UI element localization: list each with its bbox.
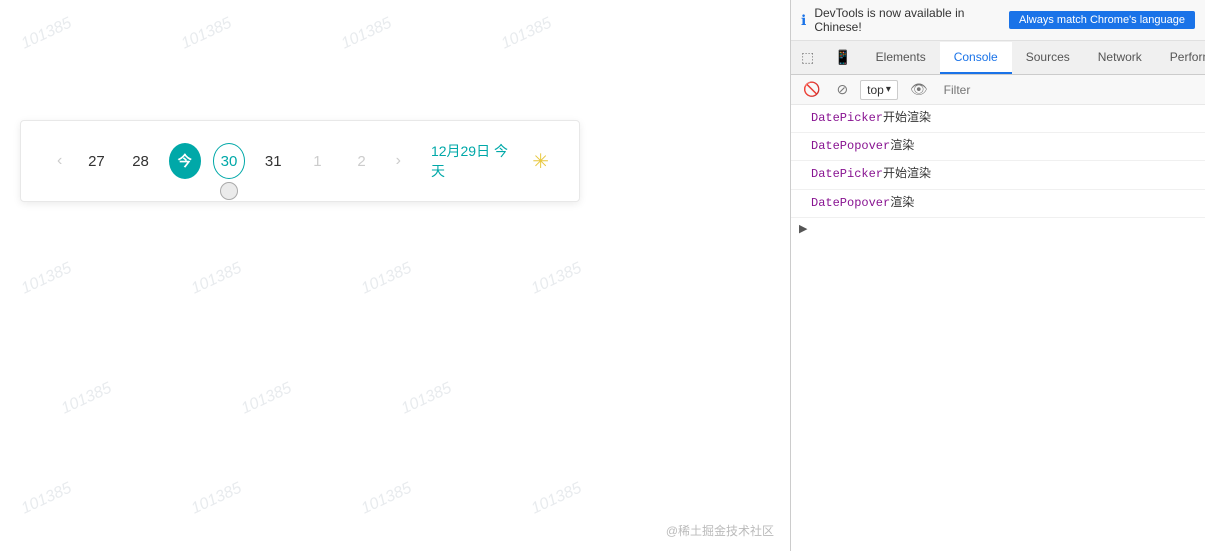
day-2[interactable]: 2 <box>345 143 377 179</box>
calendar-widget: ‹ 27 28 今 30 31 1 2 › 12月29日 今天 <box>20 120 580 202</box>
devtools-tab-bar: ⬚ 📱 Elements Console Sources Network Per… <box>791 41 1205 75</box>
watermark: 101385 <box>179 15 235 54</box>
day-28[interactable]: 28 <box>124 143 156 179</box>
info-icon: ℹ <box>801 12 806 29</box>
watermark: 101385 <box>19 260 75 299</box>
tab-elements[interactable]: Elements <box>862 42 940 74</box>
calendar-nav: ‹ 27 28 今 30 31 1 2 › 12月29日 今天 <box>51 141 549 181</box>
console-output: DatePicker开始渲染 DatePopover渲染 DatePicker开… <box>791 105 1205 551</box>
eye-icon[interactable]: 👁 <box>906 79 932 100</box>
day-27[interactable]: 27 <box>80 143 112 179</box>
devtools-notification: ℹ DevTools is now available in Chinese! … <box>791 0 1205 41</box>
watermark: 101385 <box>499 15 555 54</box>
console-toolbar: 🚫 ⊘ top ▾ 👁 <box>791 75 1205 105</box>
day-30[interactable]: 30 <box>213 143 245 179</box>
console-expand-arrow[interactable]: ▶ <box>791 218 1205 240</box>
browser-content: 101385 101385 101385 101385 101385 10138… <box>0 0 790 551</box>
tab-network[interactable]: Network <box>1084 42 1156 74</box>
watermark: 101385 <box>529 260 585 299</box>
watermark: 101385 <box>19 15 75 54</box>
watermark: 101385 <box>19 480 75 519</box>
today-button[interactable]: 今 <box>169 143 201 179</box>
day-1[interactable]: 1 <box>301 143 333 179</box>
context-dropdown-icon: ▾ <box>886 84 891 95</box>
prev-arrow[interactable]: ‹ <box>51 148 68 174</box>
watermark: 101385 <box>189 260 245 299</box>
clear-console-icon[interactable]: 🚫 <box>799 79 824 100</box>
notification-text: DevTools is now available in Chinese! <box>814 6 1001 34</box>
tab-console[interactable]: Console <box>940 42 1012 74</box>
console-line-4: DatePopover渲染 <box>791 190 1205 218</box>
context-selector[interactable]: top ▾ <box>860 80 898 100</box>
device-icon[interactable]: 📱 <box>824 41 861 74</box>
always-match-button[interactable]: Always match Chrome's language <box>1009 11 1195 29</box>
watermark: 101385 <box>529 480 585 519</box>
watermark: 101385 <box>359 480 415 519</box>
watermark: 101385 <box>239 380 295 419</box>
inspect-icon[interactable]: ⬚ <box>791 41 824 74</box>
watermark: 101385 <box>59 380 115 419</box>
sun-icon: ✳ <box>532 149 549 174</box>
watermark: 101385 <box>399 380 455 419</box>
watermark: 101385 <box>339 15 395 54</box>
filter-input[interactable] <box>940 81 1197 99</box>
next-arrow[interactable]: › <box>390 148 407 174</box>
console-line-2: DatePopover渲染 <box>791 133 1205 161</box>
tab-performance[interactable]: Performance <box>1156 42 1205 74</box>
devtools-panel: ℹ DevTools is now available in Chinese! … <box>790 0 1205 551</box>
tab-sources[interactable]: Sources <box>1012 42 1084 74</box>
console-line-1: DatePicker开始渲染 <box>791 105 1205 133</box>
context-label: top <box>867 83 884 97</box>
watermark: 101385 <box>359 260 415 299</box>
watermark: 101385 <box>189 480 245 519</box>
filter-icon[interactable]: ⊘ <box>832 79 852 100</box>
date-label: 12月29日 今天 <box>431 141 512 181</box>
day-31[interactable]: 31 <box>257 143 289 179</box>
console-line-3: DatePicker开始渲染 <box>791 161 1205 189</box>
brand-label: @稀土掘金技术社区 <box>666 522 774 539</box>
